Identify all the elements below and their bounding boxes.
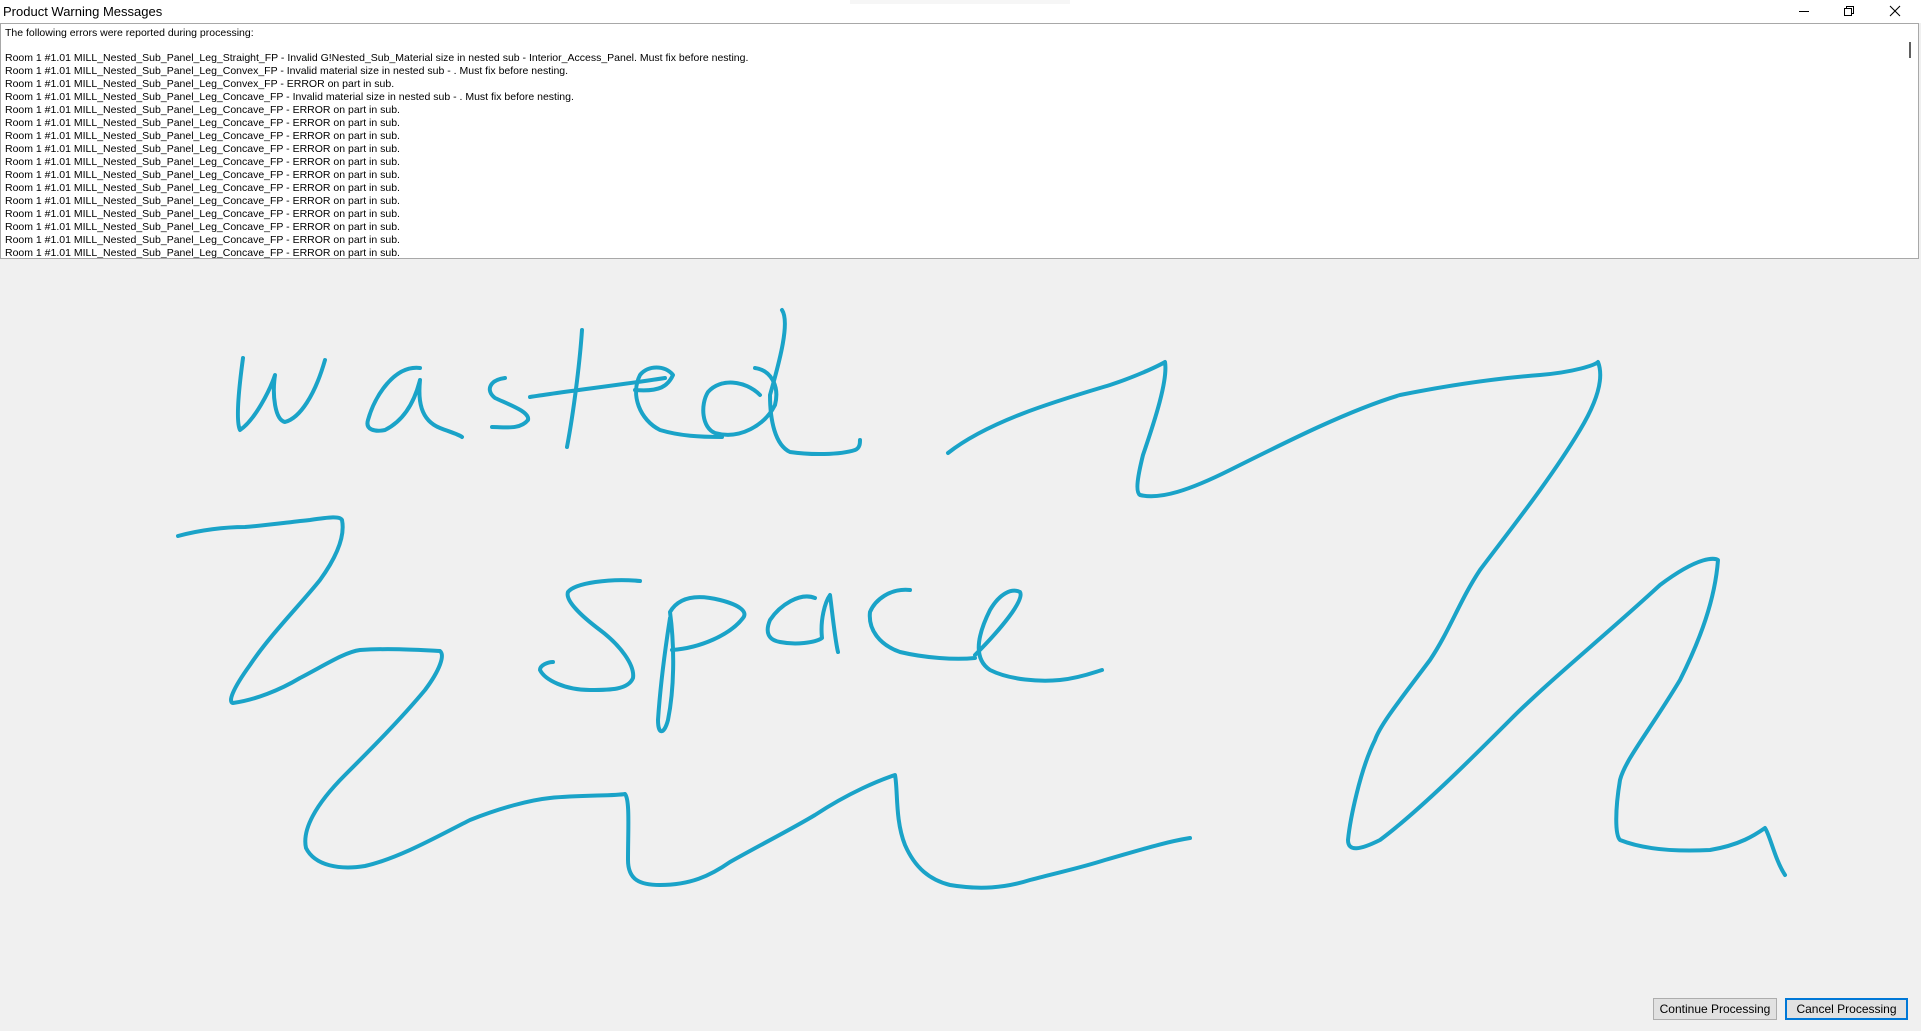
messages-list: Room 1 #1.01 MILL_Nested_Sub_Panel_Leg_S… [5,52,749,259]
restore-button[interactable] [1826,0,1872,22]
ink-letter-a [365,365,464,439]
warning-messages-textbox[interactable]: The following errors were reported durin… [0,23,1919,259]
ink-letter-e2 [973,588,1104,683]
message-line: Room 1 #1.01 MILL_Nested_Sub_Panel_Leg_C… [5,104,400,116]
window-title: Product Warning Messages [3,4,163,19]
snap-hint [850,0,1070,4]
message-line: Room 1 #1.01 MILL_Nested_Sub_Panel_Leg_C… [5,65,569,77]
continue-processing-button[interactable]: Continue Processing [1653,998,1777,1020]
cancel-processing-button[interactable]: Cancel Processing [1785,998,1908,1020]
ink-letter-c [867,587,977,661]
product-warning-window: Product Warning Messages The following e… [0,0,1921,1031]
scrollbar-thumb[interactable] [1909,42,1911,58]
message-line: Room 1 #1.01 MILL_Nested_Sub_Panel_Leg_C… [5,208,400,220]
ink-letter-d-stem [768,308,862,457]
message-line: Room 1 #1.01 MILL_Nested_Sub_Panel_Leg_C… [5,221,400,233]
close-icon [1889,5,1901,17]
message-line: Room 1 #1.01 MILL_Nested_Sub_Panel_Leg_C… [5,91,574,103]
ink-zigzag-top [946,360,1787,877]
message-line: Room 1 #1.01 MILL_Nested_Sub_Panel_Leg_C… [5,247,400,259]
ink-zigzag-bottom [176,515,1192,890]
vertical-scrollbar[interactable] [1902,24,1918,258]
messages-header: The following errors were reported durin… [5,27,254,39]
message-line: Room 1 #1.01 MILL_Nested_Sub_Panel_Leg_C… [5,234,400,246]
message-line: Room 1 #1.01 MILL_Nested_Sub_Panel_Leg_C… [5,78,395,90]
ink-letter-s [487,376,530,430]
message-line: Room 1 #1.01 MILL_Nested_Sub_Panel_Leg_C… [5,117,400,129]
message-line: Room 1 #1.01 MILL_Nested_Sub_Panel_Leg_C… [5,195,400,207]
restore-icon [1844,6,1854,16]
ink-letter-s2 [538,578,642,692]
message-line: Room 1 #1.01 MILL_Nested_Sub_Panel_Leg_C… [5,169,400,181]
handwritten-annotation [176,308,1787,890]
message-line: Room 1 #1.01 MILL_Nested_Sub_Panel_Leg_C… [5,156,400,168]
ink-letter-t-cross [528,376,667,399]
minimize-button[interactable] [1781,0,1827,22]
ink-letter-w [235,356,327,432]
message-line: Room 1 #1.01 MILL_Nested_Sub_Panel_Leg_C… [5,182,400,194]
minimize-icon [1799,11,1809,12]
close-button[interactable] [1872,0,1918,22]
title-bar[interactable]: Product Warning Messages [0,0,1921,23]
ink-letter-p [656,595,747,734]
ink-letter-a2 [765,593,840,654]
message-line: Room 1 #1.01 MILL_Nested_Sub_Panel_Leg_C… [5,130,400,142]
ink-letter-d-bowl [701,366,779,437]
message-line: Room 1 #1.01 MILL_Nested_Sub_Panel_Leg_S… [5,52,749,64]
message-line: Room 1 #1.01 MILL_Nested_Sub_Panel_Leg_C… [5,143,400,155]
